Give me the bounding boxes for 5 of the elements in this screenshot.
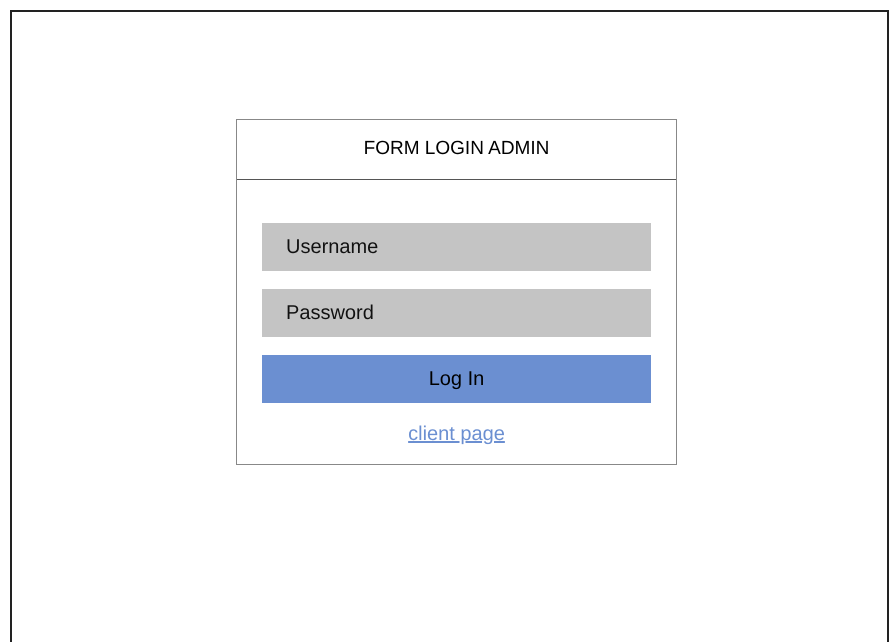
input-field[interactable]: Username xyxy=(262,223,651,271)
form-title: FORM LOGIN ADMIN xyxy=(364,137,550,162)
input-field[interactable]: Password xyxy=(262,289,651,337)
login-button[interactable]: Log In xyxy=(262,355,651,403)
client-page-link[interactable]: client page xyxy=(408,419,505,449)
